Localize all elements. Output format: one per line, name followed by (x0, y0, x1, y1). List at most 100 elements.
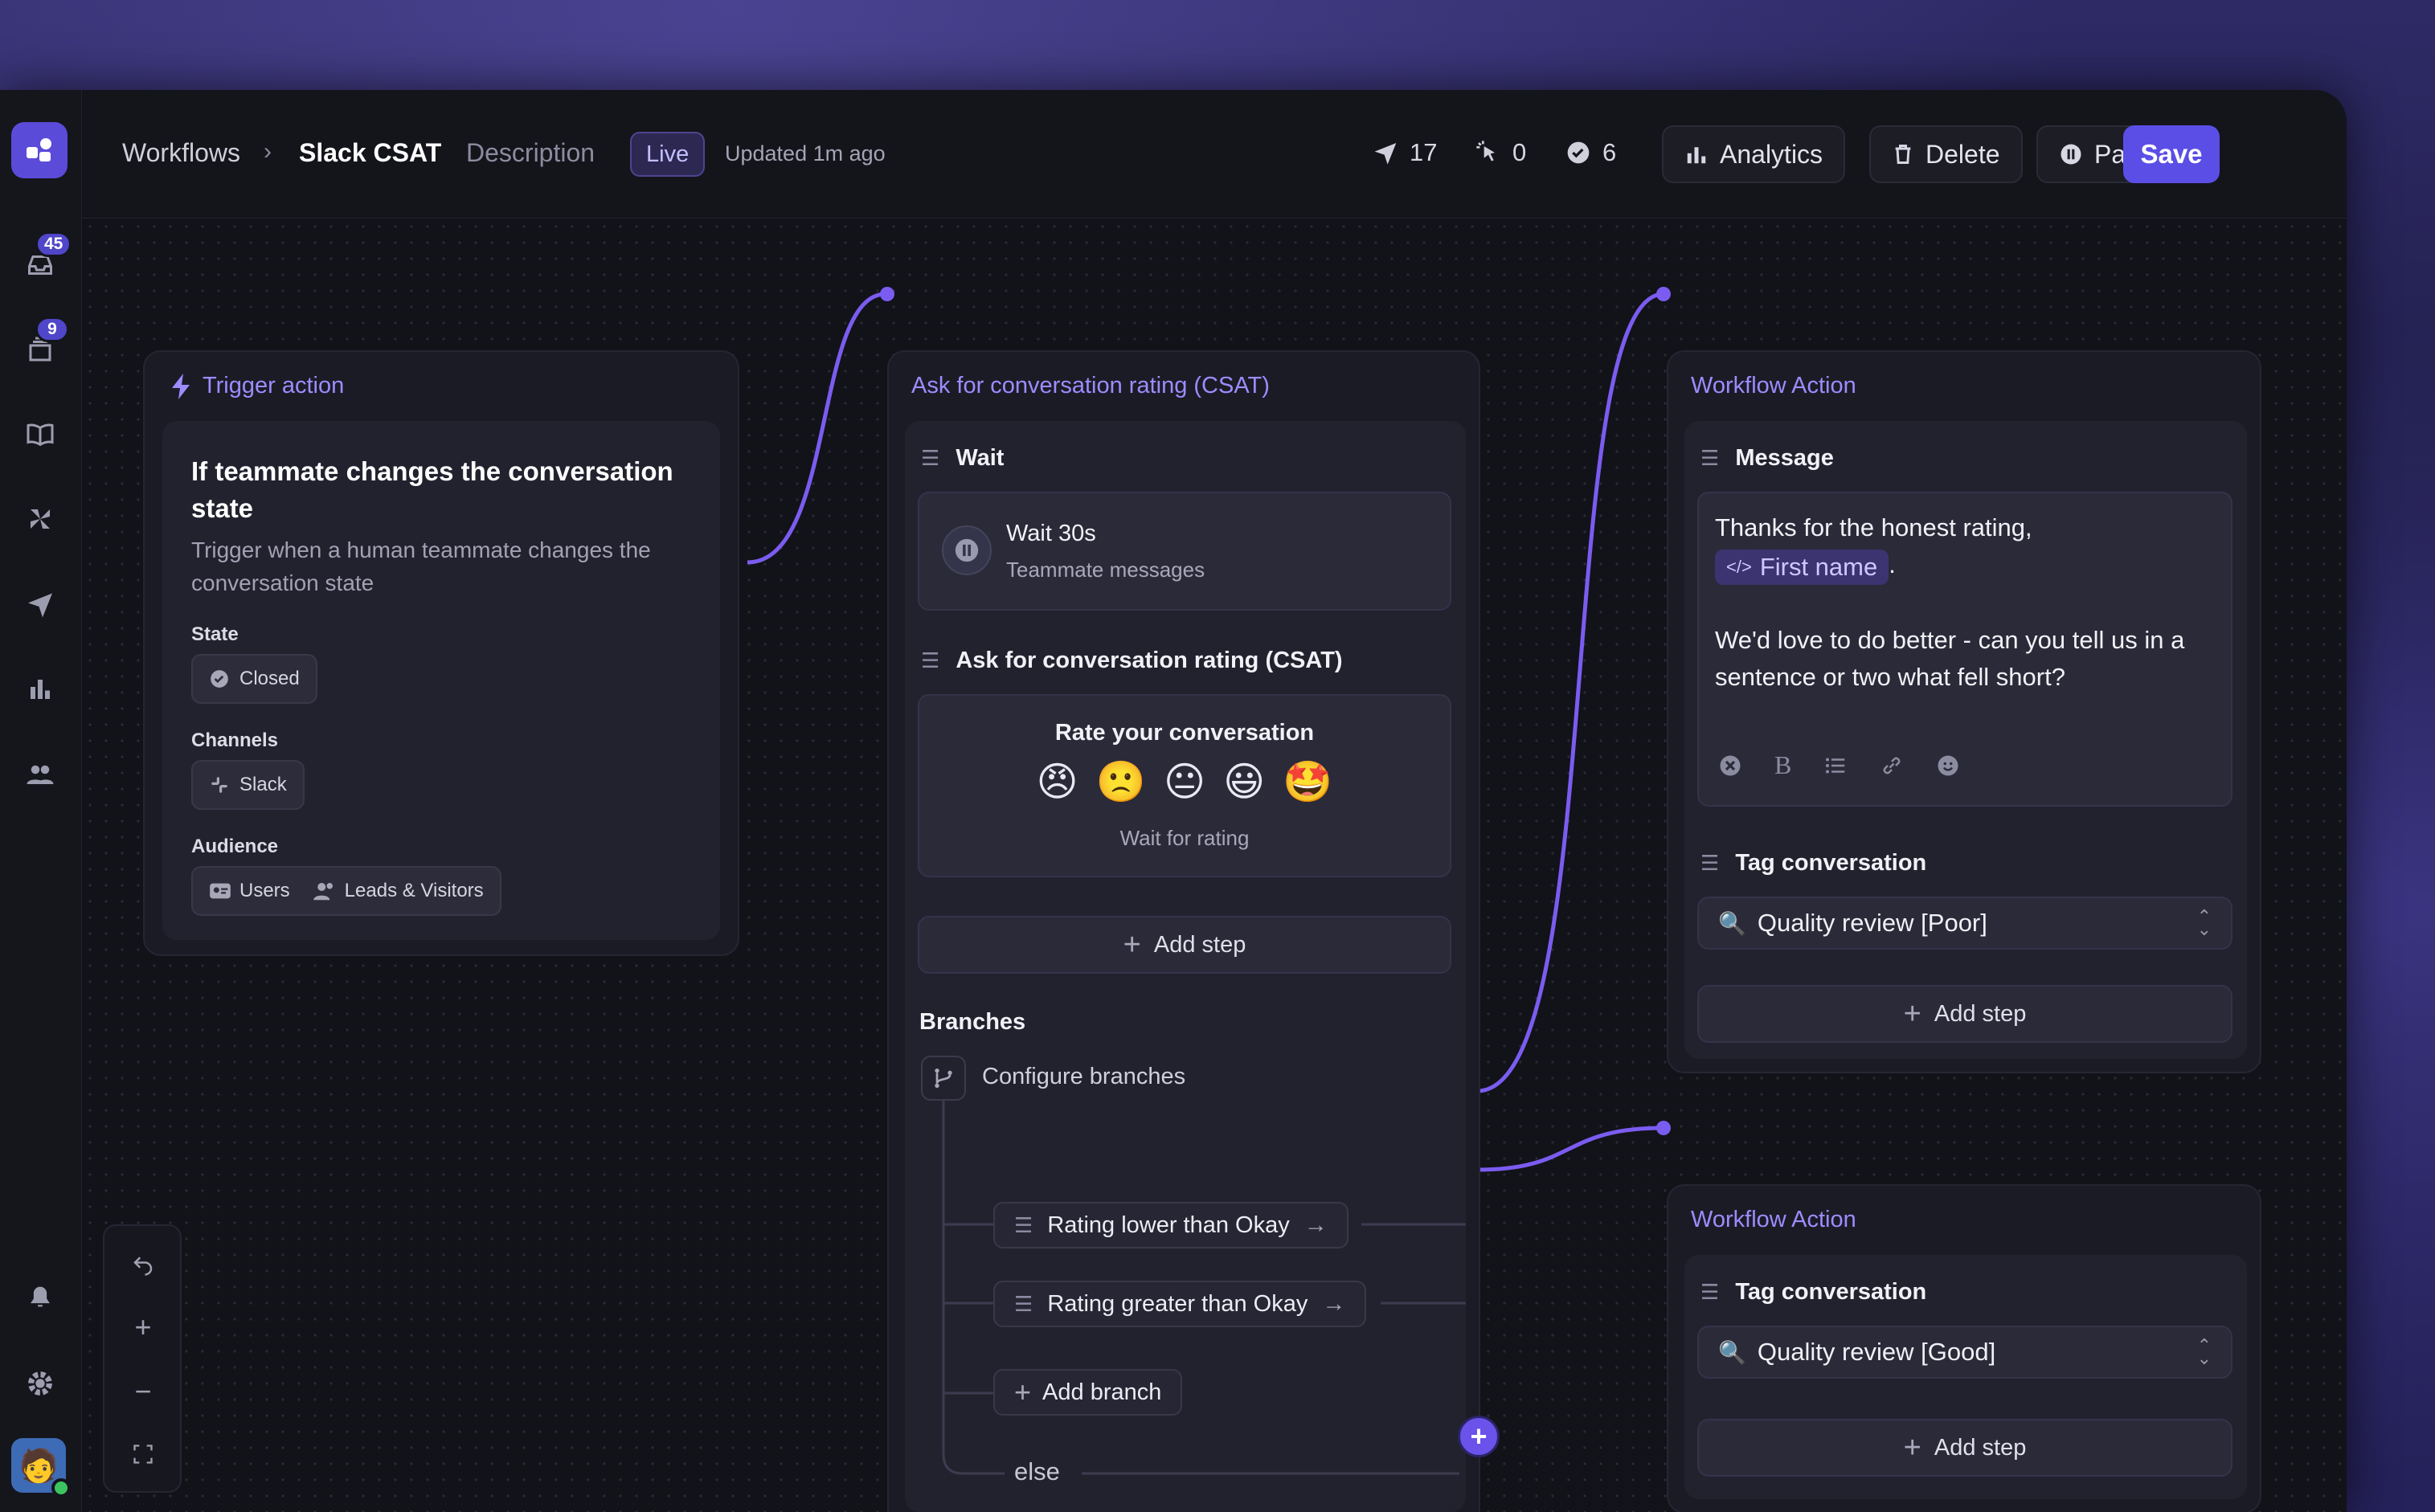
csat-node-title: Ask for conversation rating (CSAT) (911, 373, 1270, 398)
delete-button[interactable]: Delete (1869, 125, 2023, 183)
send-icon (1374, 143, 1397, 165)
trigger-card[interactable]: If teammate changes the conversation sta… (162, 421, 720, 940)
app-logo[interactable] (11, 122, 68, 178)
audience-chip[interactable]: Users Leads & Visitors (191, 866, 501, 916)
drag-handle-icon[interactable]: ☰ (1700, 1280, 1719, 1305)
tag-title-text: Tag conversation (1735, 1279, 1927, 1305)
select-chevron-icon: ⌃ ⌄ (2196, 906, 2212, 939)
else-label: else (1014, 1457, 1060, 1485)
reports-chart-icon[interactable] (23, 672, 58, 707)
poor-add-step-button[interactable]: + Add step (1697, 985, 2232, 1043)
audience-users: Users (239, 880, 290, 901)
logo-icon (27, 138, 51, 161)
drag-handle-icon[interactable]: ☰ (1700, 446, 1719, 471)
emoji-smile-icon[interactable] (1936, 754, 1960, 778)
good-action-node[interactable]: Workflow Action ☰ Tag conversation 🔍 Qua… (1667, 1184, 2261, 1512)
zoom-in-icon[interactable]: + (104, 1303, 182, 1351)
zoom-controls: + − (103, 1224, 182, 1493)
drag-handle-icon[interactable]: ☰ (1014, 1213, 1033, 1238)
check-circle-icon (1567, 141, 1590, 164)
check-circle-icon (211, 670, 228, 688)
poor-action-node[interactable]: Workflow Action ☰ Message Thanks for the… (1667, 350, 2261, 1073)
wire-endpoint-csat (880, 287, 894, 301)
audience-leads: Leads & Visitors (344, 880, 484, 901)
user-card-icon (210, 883, 231, 899)
bold-icon[interactable]: B (1774, 750, 1791, 780)
contacts-people-icon[interactable] (23, 757, 58, 792)
fit-screen-icon[interactable] (104, 1430, 182, 1478)
tag-step-title-poor[interactable]: ☰ Tag conversation (1700, 850, 1926, 877)
message-body[interactable]: Thanks for the honest rating, </> First … (1715, 509, 2213, 696)
state-chip[interactable]: Closed (191, 654, 317, 704)
channel-chip[interactable]: Slack (191, 760, 305, 810)
link-icon[interactable] (1880, 754, 1904, 778)
outbound-send-icon[interactable] (23, 586, 58, 622)
message-line-1: Thanks for the honest rating, (1715, 513, 2032, 541)
add-branch-label: Add branch (1042, 1379, 1162, 1405)
message-step-title[interactable]: ☰ Message (1700, 445, 1834, 472)
sidebar: 45 9 🧑 (0, 90, 82, 1512)
knowledge-book-icon[interactable] (23, 416, 58, 452)
branch-rating-greater[interactable]: ☰ Rating greater than Okay → (993, 1281, 1367, 1327)
csat-node[interactable]: Ask for conversation rating (CSAT) ☰ Wai… (887, 350, 1480, 1512)
tag-title-text: Tag conversation (1735, 850, 1927, 876)
workflow-name[interactable]: Slack CSAT (299, 138, 441, 168)
tag-value-poor: Quality review [Poor] (1757, 909, 1987, 937)
state-label: State (191, 623, 239, 645)
clicked-stat: 0 (1475, 138, 1526, 167)
message-editor[interactable]: Thanks for the honest rating, </> First … (1697, 492, 2232, 807)
inbox-badge: 45 (35, 231, 72, 257)
delete-label: Delete (1925, 139, 2000, 169)
wire-trigger-to-csat (747, 292, 886, 565)
bar-chart-icon (1687, 147, 1706, 164)
drag-handle-icon[interactable]: ☰ (1700, 851, 1719, 876)
workflow-canvas[interactable]: Trigger action If teammate changes the c… (82, 219, 2347, 1512)
trash-icon (1895, 145, 1911, 164)
good-add-step-button[interactable]: + Add step (1697, 1419, 2232, 1477)
notifications-bell-icon[interactable] (23, 1279, 58, 1314)
poor-action-card: ☰ Message Thanks for the honest rating, … (1684, 421, 2247, 1059)
code-icon: </> (1726, 557, 1752, 577)
top-bar: Workflows › Slack CSAT Description Live … (82, 90, 2347, 219)
tag-select-good[interactable]: 🔍 Quality review [Good] ⌃ ⌄ (1697, 1326, 2232, 1379)
csat-steps-card: ☰ Wait Wait 30s Teammate messages ☰ Ask … (905, 421, 1466, 1512)
list-icon[interactable] (1823, 754, 1848, 778)
tag-select-poor[interactable]: 🔍 Quality review [Poor] ⌃ ⌄ (1697, 897, 2232, 950)
plus-icon: + (1903, 1430, 1921, 1465)
trigger-description: Trigger when a human teammate changes th… (191, 537, 651, 595)
magnifier-tag-icon: 🔍 (1718, 910, 1746, 936)
trigger-node[interactable]: Trigger action If teammate changes the c… (143, 350, 739, 956)
good-action-card: ☰ Tag conversation 🔍 Quality review [Goo… (1684, 1255, 2247, 1499)
apps-butterfly-icon[interactable] (23, 501, 58, 537)
breadcrumb-workflows[interactable]: Workflows (122, 138, 240, 168)
clear-x-circle-icon[interactable] (1718, 754, 1742, 778)
else-add-connector-button[interactable]: + (1458, 1416, 1500, 1457)
breadcrumb-chevron-icon: › (264, 138, 272, 165)
trigger-node-header: Trigger action (172, 373, 344, 399)
click-pointer-icon (1476, 141, 1495, 161)
slack-icon (211, 777, 227, 793)
settings-gear-icon[interactable] (23, 1366, 58, 1401)
sent-stat: 17 (1373, 138, 1437, 167)
undo-icon[interactable] (104, 1240, 182, 1289)
wire-endpoint-good (1656, 1121, 1671, 1135)
add-step-label: Add step (1934, 1000, 2027, 1027)
zoom-out-icon[interactable]: − (104, 1367, 182, 1416)
tag-step-title-good[interactable]: ☰ Tag conversation (1700, 1279, 1926, 1306)
description-link[interactable]: Description (466, 138, 595, 168)
lightning-icon (172, 373, 190, 399)
wire-endpoint-poor (1656, 287, 1671, 301)
select-chevron-icon: ⌃ ⌄ (2196, 1335, 2212, 1368)
analytics-button[interactable]: Analytics (1662, 125, 1846, 183)
add-branch-button[interactable]: + Add branch (993, 1369, 1183, 1416)
trigger-node-title: Trigger action (203, 373, 345, 398)
branch-1-label: Rating lower than Okay (1047, 1212, 1290, 1238)
clicked-count: 0 (1512, 138, 1527, 166)
arrow-right-icon: → (1303, 1212, 1328, 1238)
save-button[interactable]: Save (2123, 125, 2220, 183)
branch-rating-lower[interactable]: ☰ Rating lower than Okay → (993, 1202, 1348, 1248)
message-line-2: We'd love to do better - can you tell us… (1715, 626, 2185, 691)
drag-handle-icon[interactable]: ☰ (1014, 1292, 1033, 1317)
first-name-attribute-chip[interactable]: </> First name (1715, 550, 1889, 585)
status-badge: Live (630, 132, 706, 177)
